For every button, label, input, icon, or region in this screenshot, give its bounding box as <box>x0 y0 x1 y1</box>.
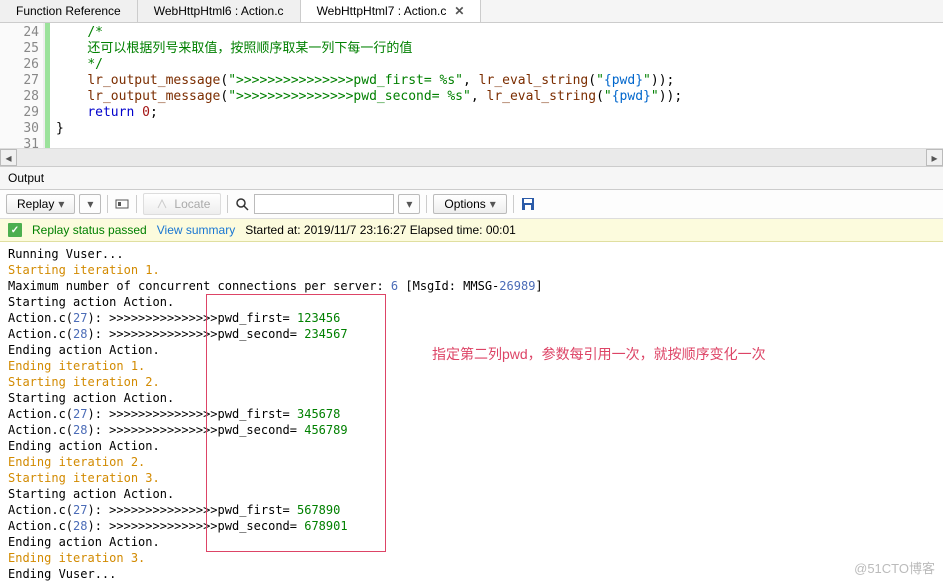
replay-history-dropdown[interactable]: ▾ <box>79 194 101 214</box>
chevron-down-icon: ▾ <box>490 197 496 211</box>
separator <box>426 195 427 213</box>
tab-webhttphtml6[interactable]: WebHttpHtml6 : Action.c <box>138 0 301 22</box>
scroll-left-icon[interactable]: ◂ <box>0 149 17 166</box>
tab-webhttphtml7[interactable]: WebHttpHtml7 : Action.c ✕ <box>301 0 482 22</box>
search-input[interactable] <box>254 194 394 214</box>
save-icon[interactable] <box>520 196 536 212</box>
locate-icon <box>154 196 170 212</box>
line-gutter: 2425262728293031 <box>0 23 44 148</box>
search-dropdown[interactable]: ▾ <box>398 194 420 214</box>
close-icon[interactable]: ✕ <box>454 4 464 18</box>
status-details: Started at: 2019/11/7 23:16:27 Elapsed t… <box>245 223 516 237</box>
replay-status-bar: ✓ Replay status passed View summary Star… <box>0 219 943 242</box>
output-toolbar: Replay ▾ ▾ Locate ▾ Options ▾ <box>0 190 943 219</box>
status-text: Replay status passed <box>32 223 147 237</box>
scroll-right-icon[interactable]: ▸ <box>926 149 943 166</box>
separator <box>107 195 108 213</box>
chevron-down-icon: ▾ <box>58 197 64 211</box>
replay-button[interactable]: Replay ▾ <box>6 194 75 214</box>
separator <box>136 195 137 213</box>
code-area[interactable]: /* 还可以根据列号来取值，按照顺序取某一列下每一行的值 */ lr_outpu… <box>50 23 682 148</box>
check-icon: ✓ <box>8 223 22 237</box>
options-button[interactable]: Options ▾ <box>433 194 506 214</box>
file-tabs: Function Reference WebHttpHtml6 : Action… <box>0 0 943 23</box>
view-summary-link[interactable]: View summary <box>157 223 235 237</box>
scroll-track[interactable] <box>17 149 926 166</box>
annotation-text: 指定第二列pwd，参数每引用一次，就按顺序变化一次 <box>432 346 766 362</box>
search-icon[interactable] <box>234 196 250 212</box>
output-log[interactable]: 指定第二列pwd，参数每引用一次，就按顺序变化一次 Running Vuser.… <box>0 242 943 581</box>
horizontal-scrollbar[interactable]: ◂ ▸ <box>0 148 943 166</box>
separator <box>513 195 514 213</box>
code-editor[interactable]: 2425262728293031 /* 还可以根据列号来取值，按照顺序取某一列下… <box>0 23 943 148</box>
locate-button: Locate <box>143 193 221 215</box>
tab-function-reference[interactable]: Function Reference <box>0 0 138 22</box>
output-panel-title: Output <box>0 166 943 190</box>
snapshot-icon[interactable] <box>114 196 130 212</box>
separator <box>227 195 228 213</box>
watermark-text: @51CTO博客 <box>854 558 935 577</box>
